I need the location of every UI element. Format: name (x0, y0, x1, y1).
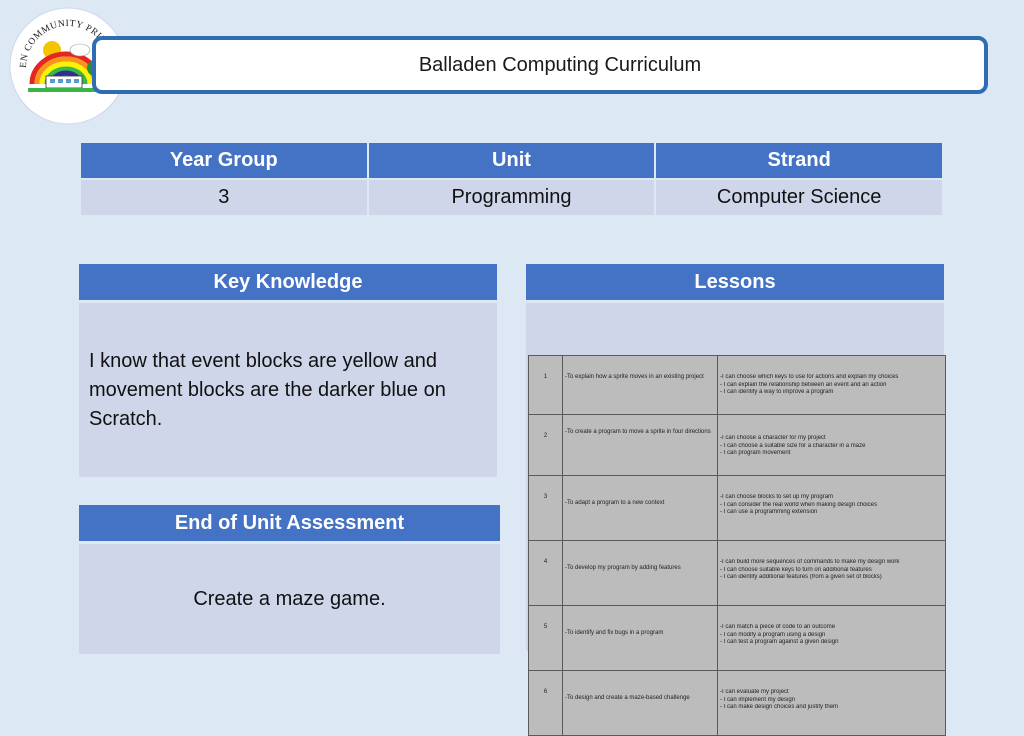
lesson-objective: -To identify and fix bugs in a program (562, 605, 718, 671)
info-table: Year Group Unit Strand 3 Programming Com… (79, 141, 944, 217)
lesson-outcomes: -I can choose blocks to set up my progra… (717, 475, 946, 541)
lesson-outcomes: -I can build more sequences of commands … (717, 540, 946, 606)
key-knowledge-text: I know that event blocks are yellow and … (79, 303, 497, 477)
table-row: 4 -To develop my program by adding featu… (528, 540, 946, 606)
lessons-table: 1 -To explain how a sprite moves in an e… (528, 355, 946, 736)
lesson-objective: -To design and create a maze-based chall… (562, 670, 718, 736)
value-unit: Programming (368, 180, 655, 215)
lessons-heading: Lessons (526, 264, 944, 300)
header-unit: Unit (368, 143, 655, 178)
table-row: 3 -To adapt a program to a new context -… (528, 475, 946, 541)
lesson-outcomes: -I can evaluate my project - I can implem… (717, 670, 946, 736)
assessment-heading: End of Unit Assessment (79, 505, 500, 541)
lesson-objective: -To create a program to move a sprite in… (562, 414, 718, 476)
table-row: 6 -To design and create a maze-based cha… (528, 670, 946, 736)
lesson-number: 2 (528, 414, 563, 476)
lesson-outcomes: -I can choose a character for my project… (717, 414, 946, 476)
lesson-objective: -To adapt a program to a new context (562, 475, 718, 541)
value-strand: Computer Science (656, 180, 942, 215)
lesson-number: 3 (528, 475, 563, 541)
title-bar: Balladen Computing Curriculum (92, 36, 988, 94)
value-year-group: 3 (81, 180, 367, 215)
table-row: 5 -To identify and fix bugs in a program… (528, 605, 946, 671)
header-year-group: Year Group (81, 143, 367, 178)
table-row: 1 -To explain how a sprite moves in an e… (528, 355, 946, 415)
lesson-outcomes: -I can choose which keys to use for acti… (717, 355, 946, 415)
lesson-number: 5 (528, 605, 563, 671)
lesson-outcomes: -I can match a piece of code to an outco… (717, 605, 946, 671)
assessment-text: Create a maze game. (79, 544, 500, 654)
header-strand: Strand (656, 143, 942, 178)
lessons-panel: Lessons 1 -To explain how a sprite moves… (526, 264, 946, 736)
lesson-objective: -To explain how a sprite moves in an exi… (562, 355, 718, 415)
key-knowledge-panel: Key Knowledge I know that event blocks a… (79, 264, 497, 477)
page-title: Balladen Computing Curriculum (418, 53, 702, 76)
lesson-number: 6 (528, 670, 563, 736)
table-row: 2 -To create a program to move a sprite … (528, 414, 946, 476)
lesson-objective: -To develop my program by adding feature… (562, 540, 718, 606)
lesson-number: 4 (528, 540, 563, 606)
key-knowledge-heading: Key Knowledge (79, 264, 497, 300)
lessons-body: 1 -To explain how a sprite moves in an e… (526, 303, 946, 736)
lesson-number: 1 (528, 355, 563, 415)
assessment-panel: End of Unit Assessment Create a maze gam… (79, 505, 500, 654)
